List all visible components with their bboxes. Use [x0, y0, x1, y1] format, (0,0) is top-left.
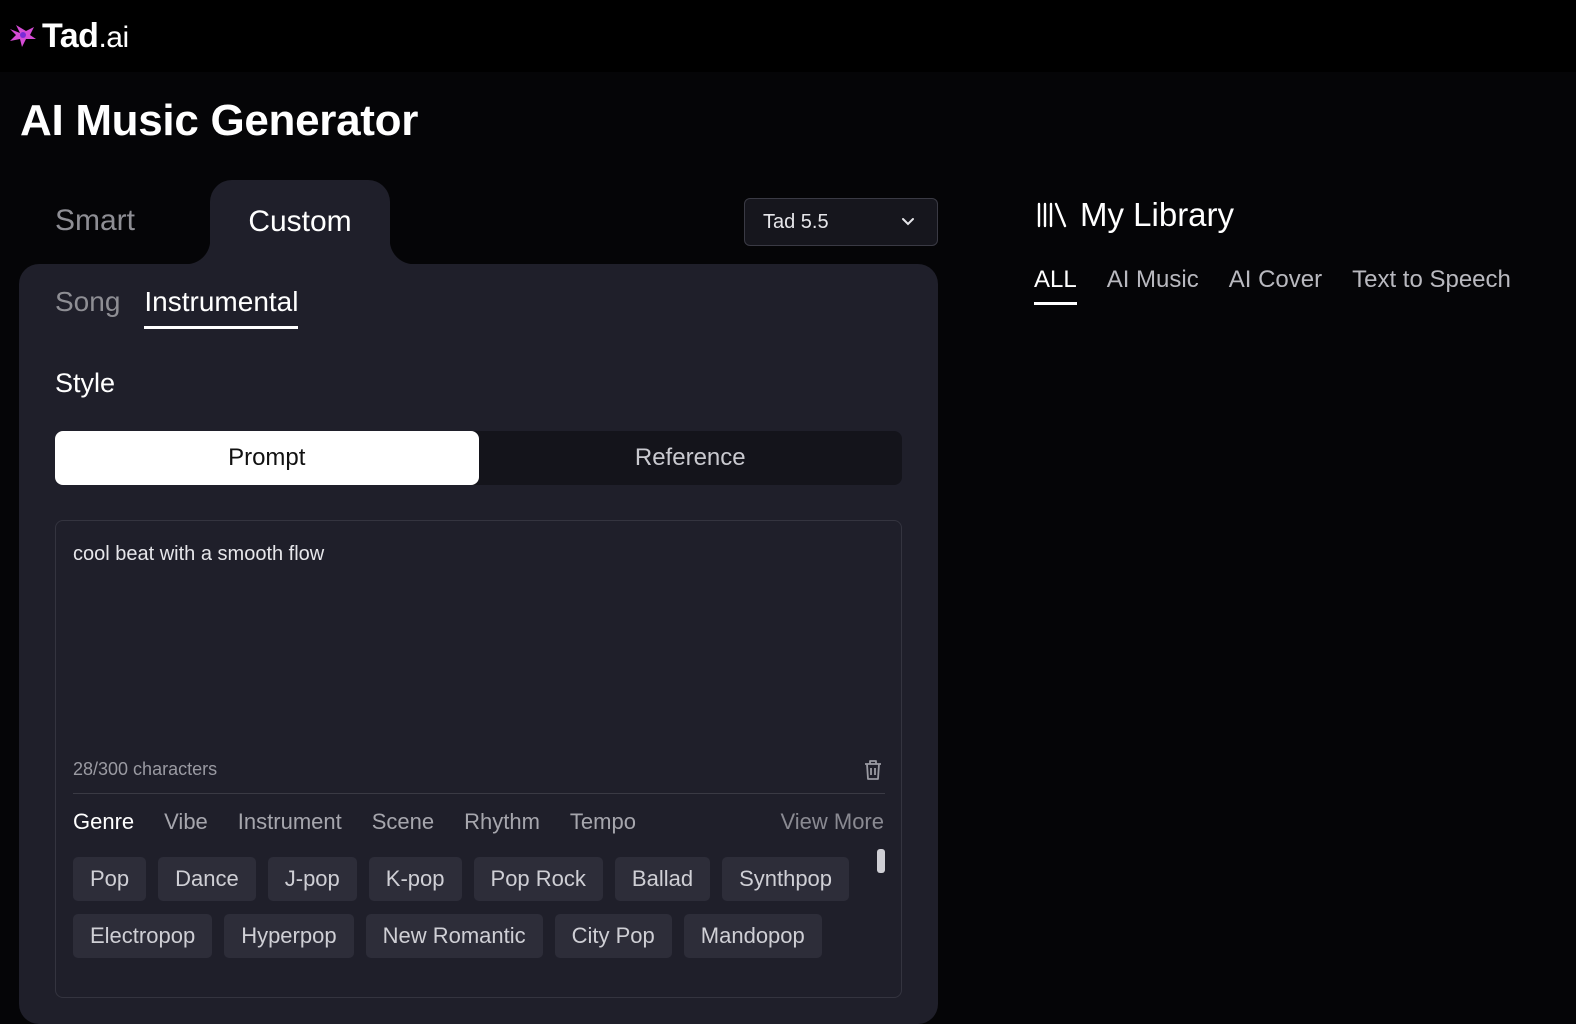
prompt-box: cool beat with a smooth flow 28/300 char… — [55, 520, 902, 998]
top-bar: Tad.ai — [0, 0, 1576, 72]
trash-icon[interactable] — [862, 758, 884, 782]
segment-reference[interactable]: Reference — [479, 431, 903, 485]
genre-chip[interactable]: Synthpop — [722, 857, 850, 901]
genre-chip[interactable]: K-pop — [368, 857, 462, 901]
library-title: My Library — [1080, 196, 1235, 233]
library-tab-all[interactable]: ALL — [1034, 266, 1077, 305]
genre-chip[interactable]: Electropop — [73, 914, 213, 958]
category-tab-genre[interactable]: Genre — [73, 809, 134, 835]
divider — [73, 793, 885, 794]
genre-chip[interactable]: Ballad — [614, 857, 711, 901]
library-icon — [1037, 202, 1067, 228]
model-select-value: Tad 5.5 — [763, 210, 829, 233]
subtab-instrumental[interactable]: Instrumental — [144, 286, 299, 329]
genre-chip[interactable]: City Pop — [554, 914, 672, 958]
genre-chip[interactable]: New Romantic — [365, 914, 543, 958]
style-segmented-control: Prompt Reference — [55, 431, 902, 485]
category-tabs: Genre Vibe Instrument Scene Rhythm Tempo — [73, 809, 636, 835]
generator-panel: Song Instrumental Style Prompt Reference… — [19, 264, 938, 1024]
genre-chip[interactable]: Pop Rock — [473, 857, 603, 901]
library-tab-text-to-speech[interactable]: Text to Speech — [1352, 266, 1511, 305]
view-more-link[interactable]: View More — [780, 809, 884, 835]
genre-chip[interactable]: Pop — [73, 857, 147, 901]
category-tab-scene[interactable]: Scene — [372, 809, 434, 835]
genre-chip[interactable]: Mandopop — [683, 914, 822, 958]
page-title: AI Music Generator — [20, 96, 419, 145]
tab-curve-left — [186, 240, 210, 264]
genre-chip-list: Pop Dance J-pop K-pop Pop Rock Ballad Sy… — [73, 857, 873, 958]
library-tabs: ALL AI Music AI Cover Text to Speech — [1034, 266, 1511, 305]
sub-tabs: Song Instrumental — [55, 286, 299, 329]
style-label: Style — [55, 368, 116, 398]
tab-curve-right — [390, 240, 414, 264]
library-tab-ai-music[interactable]: AI Music — [1107, 266, 1199, 305]
model-select[interactable]: Tad 5.5 — [744, 198, 938, 246]
segment-prompt[interactable]: Prompt — [55, 431, 479, 485]
genre-chip[interactable]: Hyperpop — [224, 914, 354, 958]
library-tab-ai-cover[interactable]: AI Cover — [1229, 266, 1322, 305]
tab-custom[interactable]: Custom — [210, 180, 390, 264]
category-tab-vibe[interactable]: Vibe — [164, 809, 208, 835]
brand-name: Tad.ai — [42, 17, 129, 55]
library-header: My Library — [1036, 196, 1234, 234]
category-tab-rhythm[interactable]: Rhythm — [464, 809, 540, 835]
chip-scrollbar[interactable] — [877, 849, 885, 873]
chevron-down-icon — [902, 218, 914, 226]
prompt-textarea[interactable]: cool beat with a smooth flow — [73, 543, 324, 566]
category-tab-instrument[interactable]: Instrument — [238, 809, 342, 835]
char-count: 28/300 characters — [73, 759, 218, 779]
brand-logo[interactable]: Tad.ai — [6, 19, 129, 53]
tad-logo-icon — [10, 25, 36, 47]
subtab-song[interactable]: Song — [55, 286, 120, 329]
genre-chip[interactable]: J-pop — [267, 857, 357, 901]
genre-chip[interactable]: Dance — [158, 857, 256, 901]
tab-smart[interactable]: Smart — [55, 204, 135, 238]
category-tab-tempo[interactable]: Tempo — [570, 809, 636, 835]
